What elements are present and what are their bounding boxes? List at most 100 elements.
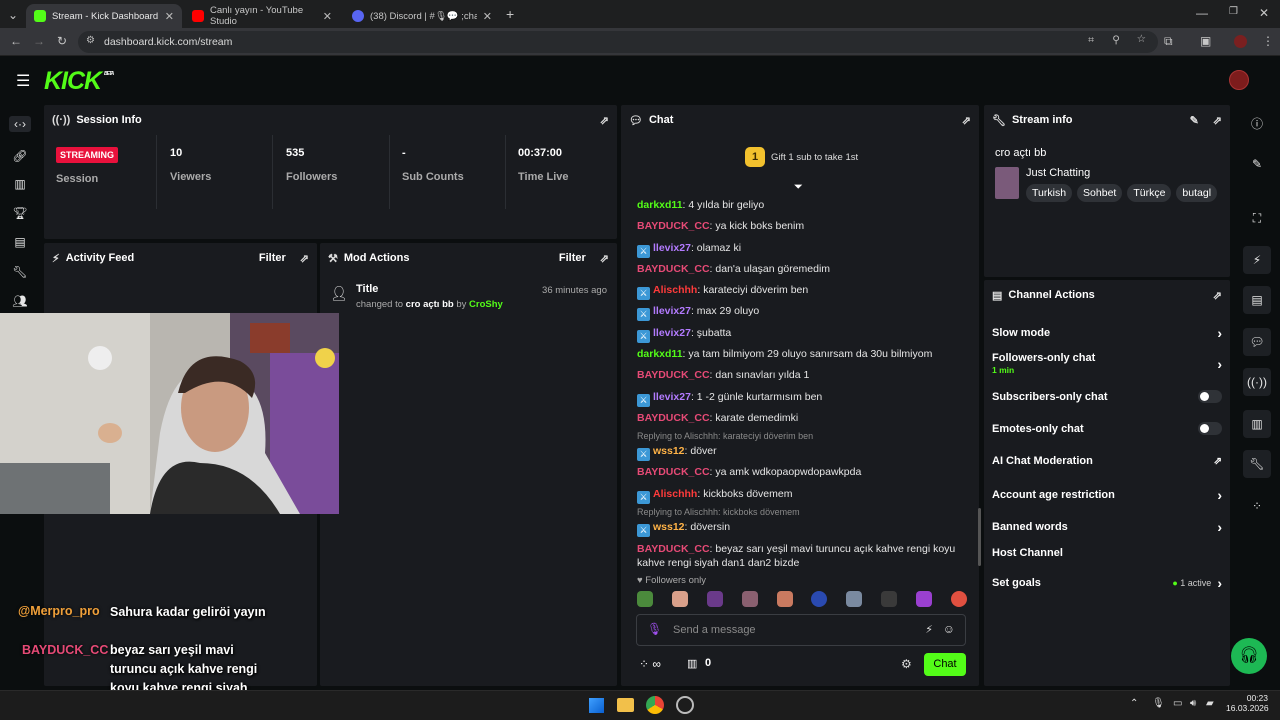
tab-discord[interactable]: (38) Discord | #🎙💬 ;chat | Cro ✕: [344, 4, 500, 28]
link-nav-icon[interactable]: 🔗︎: [12, 148, 28, 164]
tag-chip[interactable]: Sohbet: [1077, 184, 1123, 202]
video-nav-icon[interactable]: ▤: [12, 234, 28, 250]
pinned-expand-icon[interactable]: ⏷: [794, 181, 803, 194]
back-icon[interactable]: ←: [10, 34, 22, 48]
popout-icon[interactable]: ⇗: [300, 252, 309, 265]
info-icon[interactable]: ⓘ: [1243, 110, 1271, 138]
chat-username[interactable]: llevix27: [653, 305, 691, 317]
emote-icon[interactable]: [671, 591, 688, 607]
bookmark-star-icon[interactable]: ☆: [1137, 33, 1146, 45]
emote-icon[interactable]: [776, 591, 793, 607]
chat-username[interactable]: llevix27: [653, 242, 691, 254]
chat-username[interactable]: Alischhh: [653, 488, 697, 500]
popout-icon[interactable]: ⇗: [600, 114, 609, 127]
chat-settings-icon[interactable]: ⚙: [901, 657, 912, 671]
kick-emote-icon[interactable]: ⚡︎: [925, 623, 933, 636]
stream-nav-icon[interactable]: ‹·›: [9, 116, 31, 132]
store-action-icon[interactable]: ▥: [1243, 410, 1271, 438]
account-age-row[interactable]: Account age restriction ›: [992, 487, 1222, 503]
filter-button[interactable]: Filter: [259, 252, 286, 264]
chat-username[interactable]: BAYDUCK_CC: [637, 263, 710, 275]
tag-chip[interactable]: Turkish: [1026, 184, 1073, 202]
tag-chip[interactable]: butagl: [1176, 184, 1218, 202]
lightning-action-icon[interactable]: ⚡︎: [1243, 246, 1271, 274]
points-infinite-icon[interactable]: ⁘ ∞: [639, 657, 661, 671]
extensions-icon[interactable]: ⧉: [1164, 34, 1173, 49]
forward-icon[interactable]: →: [33, 34, 45, 48]
hamburger-menu-icon[interactable]: ☰: [16, 71, 30, 91]
chat-username[interactable]: BAYDUCK_CC: [637, 466, 710, 478]
subscribers-only-toggle[interactable]: [1198, 390, 1222, 403]
broadcast-action-icon[interactable]: ((·)): [1243, 368, 1271, 396]
profile-avatar-icon[interactable]: [1234, 35, 1247, 48]
app-icon[interactable]: [676, 696, 694, 714]
mod-action-user[interactable]: CroShy: [469, 299, 503, 310]
tray-mic-icon[interactable]: 🎙︎: [1152, 698, 1165, 709]
profile-sync-icon[interactable]: ▣: [1200, 34, 1211, 48]
popout-icon[interactable]: ⇗: [1213, 289, 1222, 302]
trophy-nav-icon[interactable]: 🏆︎: [12, 205, 28, 221]
tab-list-icon[interactable]: ⌄: [8, 8, 18, 22]
emote-icon[interactable]: [846, 591, 863, 607]
chat-input[interactable]: 🎙︎ Send a message ⚡︎ ☺: [636, 614, 966, 646]
emote-icon[interactable]: [881, 591, 898, 607]
emote-icon[interactable]: [637, 591, 653, 607]
kick-logo[interactable]: KICK BETA: [44, 67, 114, 96]
set-goals-row[interactable]: Set goals ● 1 active ›: [992, 575, 1222, 591]
maximize-icon[interactable]: ❐: [1229, 6, 1238, 17]
reload-icon[interactable]: ↻: [57, 34, 67, 48]
translate-icon[interactable]: ⌗: [1088, 34, 1094, 47]
file-explorer-icon[interactable]: [617, 698, 634, 712]
microphone-icon[interactable]: 🎙︎: [647, 622, 662, 636]
emote-icon[interactable]: [811, 591, 828, 607]
wrench-action-icon[interactable]: 🔧︎: [1243, 450, 1271, 478]
tab-kick-dashboard[interactable]: Stream - Kick Dashboard ✕: [26, 4, 182, 28]
chat-username[interactable]: wss12: [653, 445, 685, 457]
emotes-only-toggle[interactable]: [1198, 422, 1222, 435]
popout-icon[interactable]: ⇗: [962, 114, 971, 127]
close-icon[interactable]: ✕: [165, 10, 174, 23]
popout-icon[interactable]: ⇗: [600, 252, 609, 265]
chat-username[interactable]: BAYDUCK_CC: [637, 220, 710, 232]
chat-scrollbar[interactable]: [978, 508, 981, 566]
chat-username[interactable]: llevix27: [653, 327, 691, 339]
emote-icon[interactable]: [916, 591, 932, 607]
chat-username[interactable]: BAYDUCK_CC: [637, 412, 710, 424]
chat-username[interactable]: darkxd11: [637, 199, 683, 211]
window-close-icon[interactable]: ✕: [1259, 6, 1269, 20]
user-avatar[interactable]: [1229, 70, 1249, 90]
emote-icon[interactable]: [706, 591, 723, 607]
chrome-app-icon[interactable]: [646, 696, 664, 714]
gift-sub-banner[interactable]: 1 Gift 1 sub to take 1st: [745, 147, 858, 167]
url-field[interactable]: ⚙ dashboard.kick.com/stream ⌗ ⚲ ☆: [78, 31, 1158, 53]
clip-icon[interactable]: ⛶: [1243, 204, 1271, 232]
tab-youtube-studio[interactable]: Canlı yayın - YouTube Studio ✕: [184, 4, 340, 28]
chat-username[interactable]: llevix27: [653, 391, 691, 403]
tray-chevron-icon[interactable]: ⌃: [1130, 698, 1138, 709]
host-channel-row[interactable]: Host Channel: [992, 547, 1222, 559]
chat-username[interactable]: darkxd11: [637, 348, 683, 360]
emote-icon[interactable]: [950, 591, 967, 607]
edit-icon[interactable]: ✎: [1243, 150, 1271, 178]
site-info-icon[interactable]: ⚙: [86, 35, 95, 46]
minimize-icon[interactable]: —: [1196, 6, 1208, 20]
start-menu-icon[interactable]: [589, 698, 604, 713]
tray-clock[interactable]: 00:23 16.03.2026: [1226, 693, 1269, 713]
message-icon[interactable]: 💬︎: [1243, 328, 1271, 356]
tag-chip[interactable]: Türkçe: [1127, 184, 1172, 202]
chat-username[interactable]: BAYDUCK_CC: [637, 543, 710, 555]
new-tab-icon[interactable]: +: [506, 6, 514, 22]
chat-username[interactable]: BAYDUCK_CC: [637, 369, 710, 381]
browser-menu-icon[interactable]: ⋮: [1262, 34, 1274, 48]
tray-volume-icon[interactable]: 🔊︎: [1190, 698, 1196, 709]
slow-mode-row[interactable]: Slow mode ›: [992, 325, 1222, 341]
emoji-icon[interactable]: ☺: [943, 622, 955, 636]
popout-icon[interactable]: ⇗: [1213, 114, 1222, 127]
close-icon[interactable]: ✕: [323, 10, 332, 23]
store-icon[interactable]: ▥: [687, 657, 697, 670]
users-nav-icon[interactable]: 👥︎: [12, 293, 28, 309]
chat-username[interactable]: Alischhh: [653, 284, 697, 296]
analytics-nav-icon[interactable]: ▥: [12, 176, 28, 192]
support-headset-icon[interactable]: 🎧︎: [1231, 638, 1267, 674]
filter-button[interactable]: Filter: [559, 252, 586, 264]
